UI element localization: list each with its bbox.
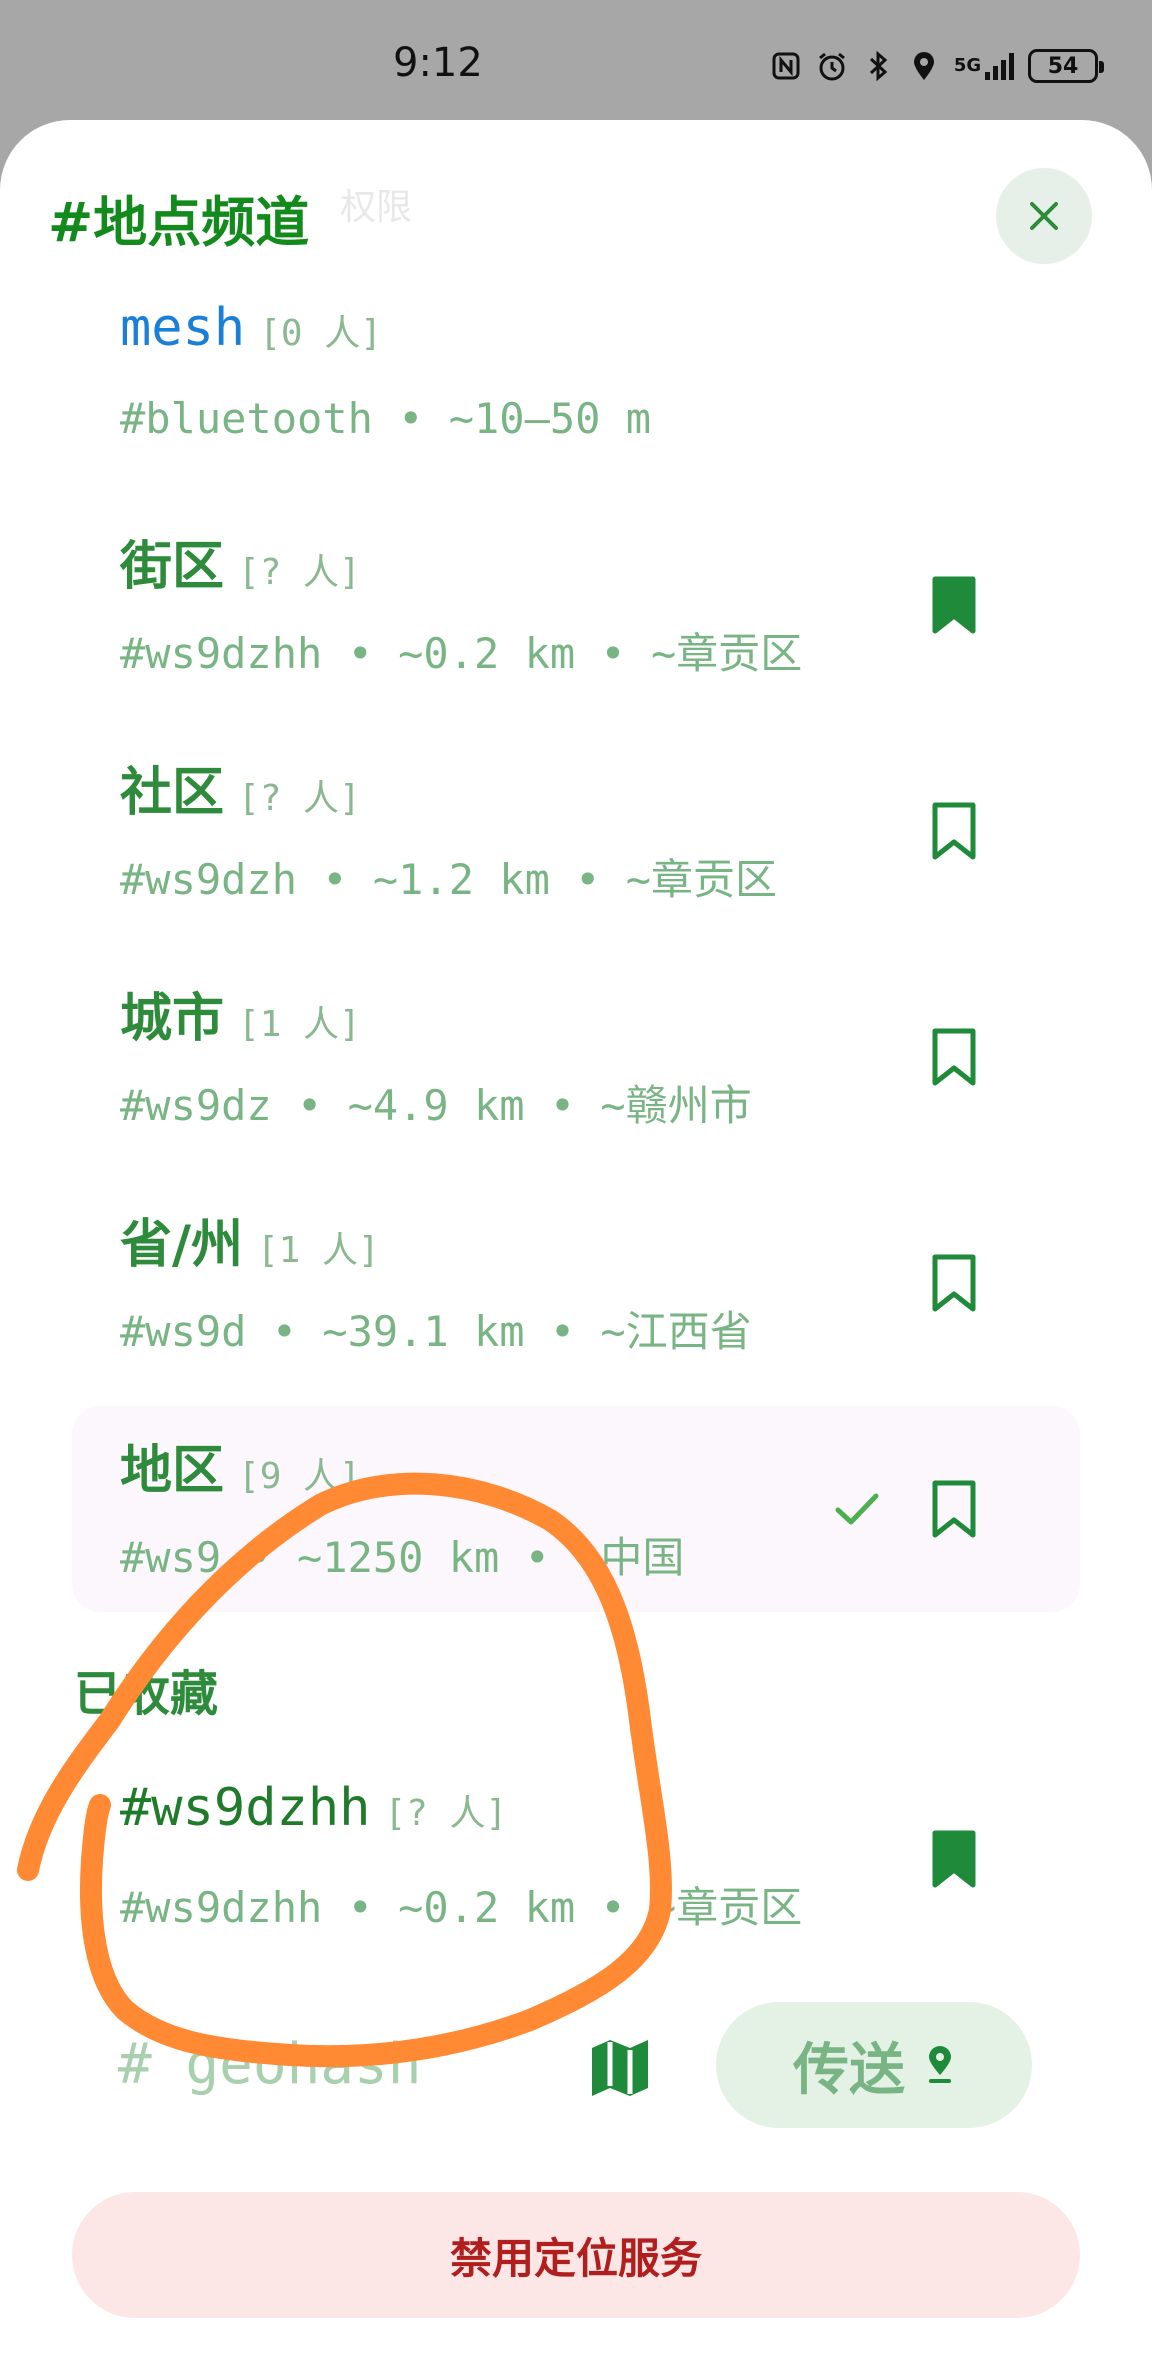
channel-row-region[interactable]: 地区 [9 人] #ws9 • ~1250 km • ~中国: [72, 1406, 1080, 1612]
bookmark-icon[interactable]: [932, 1830, 976, 1888]
channel-count: [9 人]: [238, 1456, 361, 1497]
channel-row-province[interactable]: 省/州 [1 人] #ws9d • ~39.1 km • ~江西省: [72, 1180, 1080, 1386]
battery-indicator: 54: [1028, 49, 1104, 83]
channel-row-block[interactable]: 街区 [? 人] #ws9dzhh • ~0.2 km • ~章贡区: [72, 502, 1080, 708]
disable-location-button[interactable]: 禁用定位服务: [72, 2192, 1080, 2318]
channel-count: [? 人]: [238, 552, 361, 593]
background-title: 权限: [340, 187, 413, 228]
channel-name: 地区: [120, 1441, 225, 1501]
geohash-input[interactable]: # geohash: [118, 2032, 421, 2097]
channel-subtitle: #ws9dzh • ~1.2 km • ~章贡区: [120, 855, 778, 904]
bookmark-icon[interactable]: [932, 576, 976, 634]
disable-location-label: 禁用定位服务: [449, 2233, 702, 2283]
status-bar: 9:12 5G 54: [0, 0, 1152, 120]
channel-subtitle: #ws9d • ~39.1 km • ~江西省: [120, 1307, 752, 1356]
location-icon: [908, 49, 940, 83]
close-button[interactable]: [996, 168, 1092, 264]
channel-name: 社区: [120, 763, 225, 823]
channel-subtitle: #ws9 • ~1250 km • ~中国: [120, 1533, 685, 1582]
bookmark-icon[interactable]: [932, 1480, 976, 1538]
sheet-title: #地点频道: [48, 191, 310, 254]
alarm-icon: [816, 49, 848, 83]
send-button[interactable]: 传送: [716, 2002, 1032, 2128]
status-icons: 5G 54: [770, 46, 1104, 86]
channel-name: #ws9dzhh: [120, 1778, 371, 1838]
check-icon: [835, 1493, 879, 1525]
bookmarked-section-label: 已收藏: [74, 1666, 219, 1722]
channel-subtitle: #bluetooth • ~10–50 m: [120, 394, 652, 443]
map-icon[interactable]: [588, 2036, 652, 2100]
channel-subtitle: #ws9dz • ~4.9 km • ~赣州市: [120, 1081, 752, 1130]
close-icon: [1030, 202, 1058, 230]
channel-name: mesh: [120, 298, 246, 358]
channel-count: [? 人]: [384, 1793, 508, 1834]
channel-row-neighborhood[interactable]: 社区 [? 人] #ws9dzh • ~1.2 km • ~章贡区: [72, 728, 1080, 934]
bookmark-icon[interactable]: [932, 802, 976, 860]
bookmark-icon[interactable]: [932, 1254, 976, 1312]
channel-count: [1 人]: [257, 1230, 380, 1271]
channel-subtitle: #ws9dzhh • ~0.2 km • ~章贡区: [120, 629, 803, 678]
bookmark-icon[interactable]: [932, 1028, 976, 1086]
channel-count: [0 人]: [259, 313, 382, 354]
location-pin-icon: [929, 2046, 951, 2083]
channel-row-city[interactable]: 城市 [1 人] #ws9dz • ~4.9 km • ~赣州市: [72, 954, 1080, 1160]
send-label: 传送: [793, 2037, 905, 2103]
signal-icon: 5G: [954, 49, 1015, 83]
channel-name: 街区: [120, 537, 225, 597]
channel-row-mesh[interactable]: mesh [0 人] #bluetooth • ~10–50 m: [72, 276, 1080, 482]
nfc-icon: [770, 49, 802, 83]
status-time: 9:12: [393, 40, 483, 86]
bookmarked-row[interactable]: #ws9dzhh [? 人] #ws9dzhh • ~0.2 km • ~章贡区: [72, 1756, 1080, 1962]
channel-name: 省/州: [120, 1215, 243, 1275]
bluetooth-icon: [862, 49, 894, 83]
channel-count: [? 人]: [238, 778, 361, 819]
channel-subtitle: #ws9dzhh • ~0.2 km • ~章贡区: [120, 1883, 803, 1932]
channel-name: 城市: [120, 989, 225, 1049]
channel-count: [1 人]: [238, 1004, 361, 1045]
